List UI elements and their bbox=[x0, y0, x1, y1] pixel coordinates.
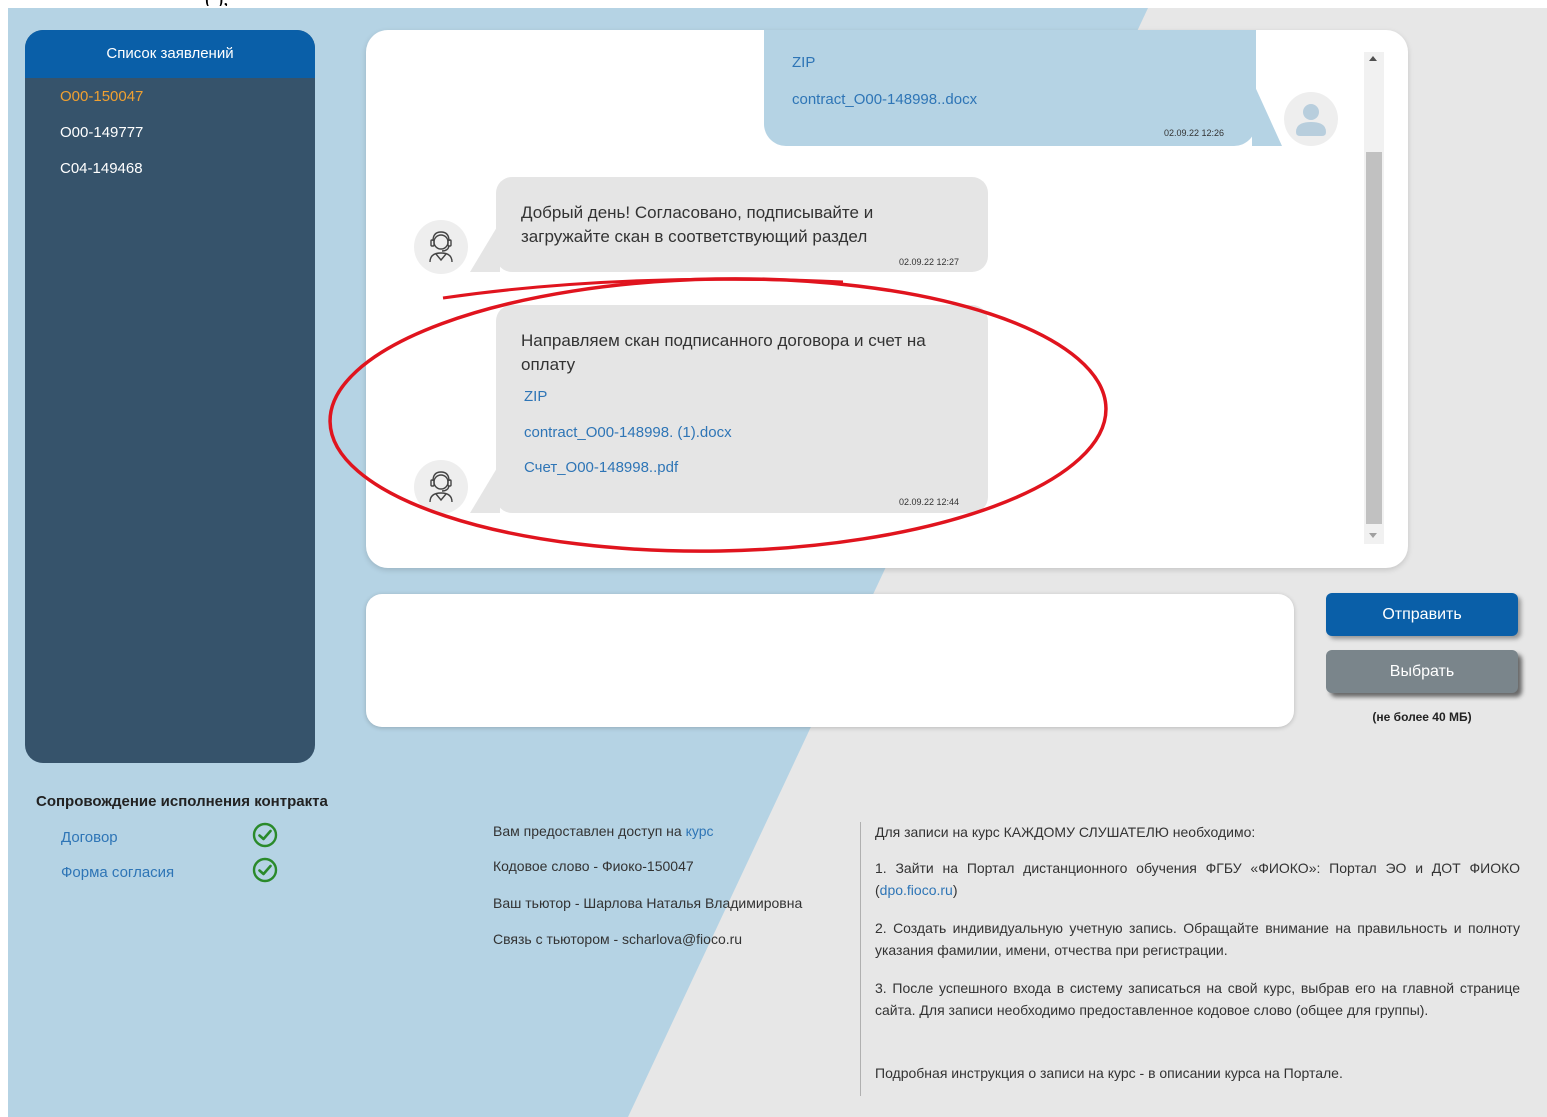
bubble-tail bbox=[470, 222, 500, 272]
sidebar-item-o00-149777[interactable]: О00-149777 bbox=[25, 115, 315, 151]
tutor-contact: Связь с тьютором - scharlova@fioco.ru bbox=[493, 931, 743, 947]
scroll-down-arrow-icon[interactable] bbox=[1369, 533, 1377, 538]
course-link[interactable]: курс bbox=[686, 823, 714, 839]
scroll-up-arrow-icon[interactable] bbox=[1369, 56, 1377, 61]
attachment-link[interactable]: Счет_О00-148998..pdf bbox=[524, 459, 678, 476]
consent-form-link[interactable]: Форма согласия bbox=[61, 864, 174, 881]
contract-section-title: Сопровождение исполнения контракта bbox=[36, 793, 328, 810]
applications-sidebar: Список заявлений О00-150047 О00-149777 С… bbox=[25, 30, 315, 763]
tutor-name: Ваш тьютор - Шарлова Наталья Владимировн… bbox=[493, 895, 803, 911]
step-1-text: 1. Зайти на Портал дистанционного обучен… bbox=[875, 860, 1520, 898]
bubble-tail bbox=[470, 463, 500, 513]
portal-link[interactable]: dpo.fioco.ru bbox=[880, 882, 953, 898]
instructions-intro: Для записи на курс КАЖДОМУ СЛУШАТЕЛЮ нео… bbox=[875, 824, 1256, 840]
code-word: Кодовое слово - Фиоко-150047 bbox=[493, 858, 694, 874]
message-input[interactable] bbox=[366, 594, 1294, 727]
vertical-divider bbox=[860, 822, 861, 1096]
file-type-label: ZIP bbox=[524, 388, 548, 405]
access-info: Вам предоставлен доступ на курс bbox=[493, 823, 714, 839]
message-incoming: Направляем скан подписанного договора и … bbox=[470, 305, 988, 513]
tutor-avatar-icon bbox=[414, 460, 468, 514]
sidebar-title: Список заявлений bbox=[25, 30, 315, 78]
attachment-link[interactable]: contract_О00-148998..docx bbox=[792, 91, 977, 108]
bubble-tail bbox=[1252, 80, 1282, 146]
sidebar-item-o00-150047[interactable]: О00-150047 bbox=[25, 79, 315, 115]
applications-list: О00-150047 О00-149777 С04-149468 bbox=[25, 78, 315, 187]
choose-file-button[interactable]: Выбрать bbox=[1326, 650, 1518, 693]
chat-scrollbar[interactable] bbox=[1364, 52, 1384, 544]
user-avatar-icon bbox=[1284, 92, 1338, 146]
message-text: Направляем скан подписанного договора и … bbox=[521, 331, 926, 374]
access-text: Вам предоставлен доступ на bbox=[493, 823, 686, 839]
message-outgoing: ZIP contract_О00-148998..docx 02.09.22 1… bbox=[764, 30, 1282, 146]
step-1-suffix: ) bbox=[952, 882, 958, 898]
instructions-step-3: 3. После успешного входа в систему запис… bbox=[875, 980, 1520, 1018]
message-time: 02.09.22 12:44 bbox=[899, 497, 960, 507]
message-time: 02.09.22 12:26 bbox=[1164, 128, 1225, 138]
tutor-avatar-icon bbox=[414, 220, 468, 274]
check-circle-icon bbox=[252, 857, 278, 883]
message-time: 02.09.22 12:27 bbox=[899, 257, 960, 267]
message-incoming: Добрый день! Согласовано, подписывайте и… bbox=[470, 177, 988, 272]
check-circle-icon bbox=[252, 822, 278, 848]
instructions-step-2: 2. Создать индивидуальную учетную запись… bbox=[875, 920, 1520, 958]
contract-link[interactable]: Договор bbox=[61, 829, 118, 846]
sidebar-item-c04-149468[interactable]: С04-149468 bbox=[25, 151, 315, 187]
scroll-thumb[interactable] bbox=[1366, 152, 1382, 524]
instructions-step-1: 1. Зайти на Портал дистанционного обучен… bbox=[875, 857, 1520, 901]
attachment-link[interactable]: contract_О00-148998. (1).docx bbox=[524, 424, 732, 441]
file-size-note: (не более 40 МБ) bbox=[1372, 710, 1472, 724]
top-cut-text: ( ), bbox=[205, 0, 285, 6]
file-type-label: ZIP bbox=[792, 54, 816, 71]
send-button[interactable]: Отправить bbox=[1326, 593, 1518, 636]
chat-panel: ZIP contract_О00-148998..docx 02.09.22 1… bbox=[366, 30, 1408, 568]
instructions-footer: Подробная инструкция о записи на курс - … bbox=[875, 1065, 1343, 1081]
message-text: Добрый день! Согласовано, подписывайте и… bbox=[521, 203, 874, 246]
